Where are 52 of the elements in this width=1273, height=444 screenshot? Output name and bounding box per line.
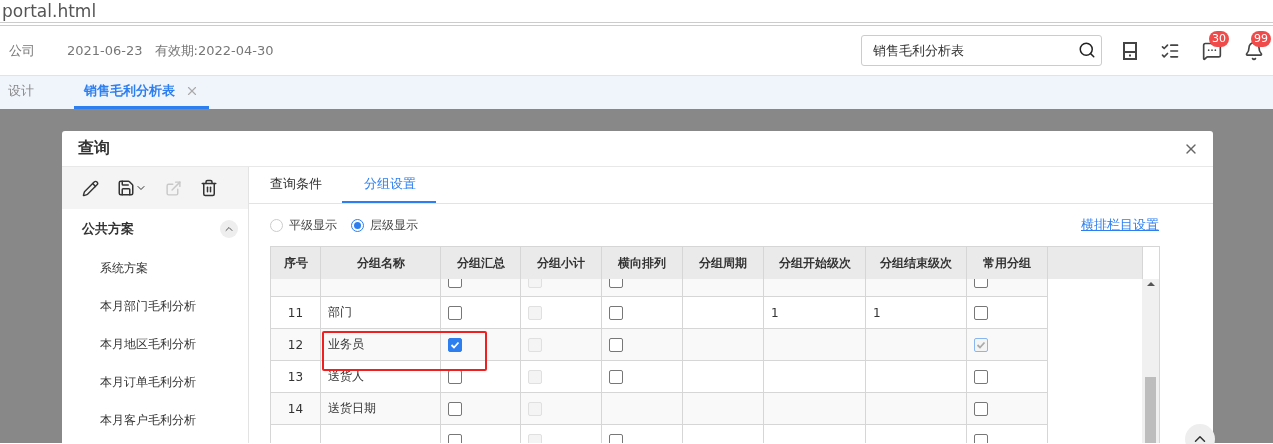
scrollbar[interactable] bbox=[1142, 279, 1159, 443]
count-badge: 99 bbox=[1251, 30, 1271, 47]
checkbox[interactable] bbox=[974, 305, 988, 320]
checkmark-icon bbox=[450, 339, 460, 350]
date-text: 2021-06-23 bbox=[67, 43, 143, 58]
checkbox[interactable] bbox=[448, 305, 462, 320]
address-url[interactable]: portal.html bbox=[2, 1, 97, 21]
column-header: 分组结束级次 bbox=[866, 247, 967, 279]
column-settings-link[interactable]: 横排栏目设置 bbox=[1081, 216, 1159, 234]
checkbox[interactable] bbox=[448, 401, 462, 416]
collapse-icon[interactable] bbox=[220, 220, 238, 238]
column-header: 横向排列 bbox=[602, 247, 683, 279]
column-header: 序号 bbox=[271, 247, 321, 279]
checkbox[interactable] bbox=[609, 305, 623, 320]
checkbox[interactable] bbox=[609, 433, 623, 443]
scheme-item[interactable]: 本月订单毛利分析 bbox=[62, 363, 248, 401]
checkmark-icon bbox=[976, 339, 986, 350]
scheme-item[interactable]: 本月地区毛利分析 bbox=[62, 325, 248, 363]
dialog-title: 查询 bbox=[78, 138, 111, 159]
column-header: 分组汇总 bbox=[441, 247, 521, 279]
radio-label: 平级显示 bbox=[289, 216, 337, 234]
search-icon[interactable] bbox=[1078, 41, 1096, 59]
scheme-item[interactable]: 本月客户毛利分析 bbox=[62, 401, 248, 439]
form-icon[interactable] bbox=[1122, 40, 1138, 61]
column-header: 分组周期 bbox=[683, 247, 764, 279]
checkbox[interactable] bbox=[448, 337, 462, 352]
radio-label: 层级显示 bbox=[370, 216, 418, 234]
checkbox[interactable] bbox=[974, 433, 988, 443]
save-icon[interactable] bbox=[117, 179, 147, 197]
scheme-item[interactable]: 本月部门毛利分析 bbox=[62, 287, 248, 325]
scheme-group[interactable]: 公共方案 bbox=[82, 220, 220, 238]
message-icon[interactable] bbox=[1202, 40, 1222, 61]
checkbox[interactable] bbox=[448, 433, 462, 443]
trash-icon[interactable] bbox=[200, 179, 218, 197]
dialog-tab[interactable]: 查询条件 bbox=[270, 167, 342, 203]
checkbox[interactable] bbox=[974, 369, 988, 384]
pencil-icon[interactable] bbox=[82, 179, 99, 197]
dialog-tab[interactable]: 分组设置 bbox=[342, 167, 436, 203]
company-name: 公司 bbox=[9, 41, 36, 60]
bell-icon[interactable] bbox=[1244, 40, 1264, 61]
column-header: 分组开始级次 bbox=[764, 247, 866, 279]
column-header: 常用分组 bbox=[967, 247, 1048, 279]
checkbox[interactable] bbox=[974, 401, 988, 416]
scheme-item[interactable]: 系统方案 bbox=[62, 249, 248, 287]
count-badge: 30 bbox=[1209, 30, 1229, 47]
checkbox[interactable] bbox=[609, 337, 623, 352]
column-header: 分组名称 bbox=[321, 247, 441, 279]
up-arrow-icon[interactable] bbox=[1146, 281, 1155, 287]
search-field[interactable]: 销售毛利分析表 bbox=[861, 35, 1102, 66]
column-header: 分组小计 bbox=[521, 247, 602, 279]
validity-text: 有效期:2022-04-30 bbox=[154, 41, 274, 60]
checkbox[interactable] bbox=[609, 369, 623, 384]
